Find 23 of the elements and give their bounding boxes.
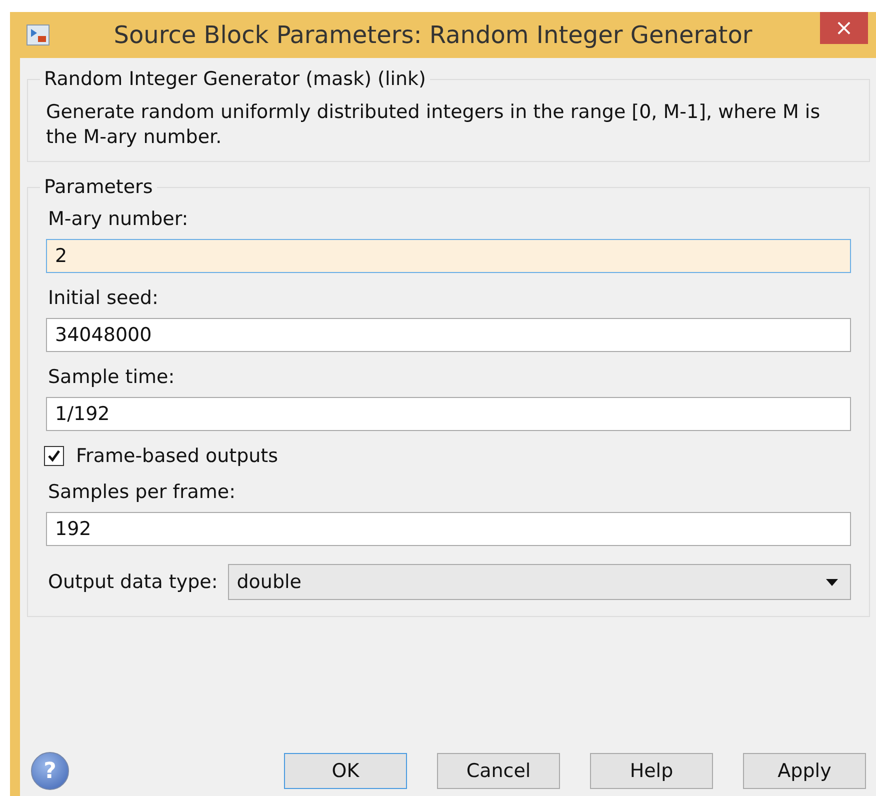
dialog-button[interactable]: Help xyxy=(590,753,713,789)
field-label: M-ary number: xyxy=(48,208,190,230)
dialog-button[interactable]: Apply xyxy=(743,753,866,789)
group-heading: Random Integer Generator (mask) (link) xyxy=(43,68,427,90)
group-heading: Parameters xyxy=(43,176,154,198)
dialog-button[interactable]: OK xyxy=(284,753,407,789)
description-text: Generate random uniformly distributed integers in the range [0, M-1], where M is the M-ary number. xyxy=(46,100,822,150)
checkbox[interactable] xyxy=(44,446,64,466)
dropdown[interactable]: double xyxy=(228,564,851,600)
text-field[interactable]: 1/192 xyxy=(46,397,851,432)
close-button[interactable]: × xyxy=(820,12,868,44)
text-field[interactable]: 34048000 xyxy=(46,318,851,352)
caret-icon xyxy=(826,578,838,586)
checkbox-label: Frame-based outputs xyxy=(76,445,278,468)
field-label: Samples per frame: xyxy=(48,481,237,504)
field-label: Sample time: xyxy=(48,366,176,388)
block-icon xyxy=(26,24,50,46)
field-label: Initial seed: xyxy=(48,287,160,310)
dropdown-label: Output data type: xyxy=(48,571,218,594)
dialog-button[interactable]: Cancel xyxy=(437,753,560,789)
text-field[interactable]: 2 xyxy=(46,239,851,274)
window-title: Source Block Parameters: Random Integer Generator xyxy=(112,21,754,49)
text-field[interactable]: 192 xyxy=(46,512,851,546)
